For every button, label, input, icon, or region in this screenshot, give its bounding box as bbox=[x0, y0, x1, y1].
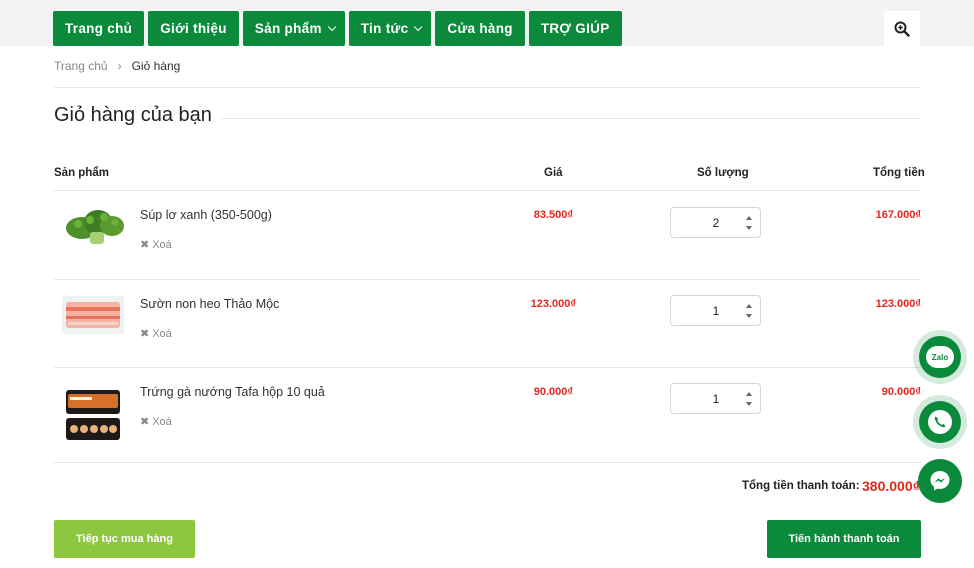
chevron-down-icon bbox=[327, 22, 337, 31]
increment-icon[interactable] bbox=[745, 214, 753, 222]
checkout-button[interactable]: Tiến hành thanh toán bbox=[767, 520, 921, 558]
table-divider bbox=[54, 462, 921, 463]
header-quantity: Số lượng bbox=[697, 167, 749, 179]
nav-home-label: Trang chủ bbox=[65, 21, 133, 36]
messenger-icon bbox=[930, 471, 950, 491]
table-divider bbox=[54, 367, 921, 368]
nav-help-label: TRỢ GIÚP bbox=[540, 21, 610, 36]
line-total: 123.000₫ bbox=[875, 298, 921, 310]
nav-stores[interactable]: Cửa hàng bbox=[435, 11, 525, 46]
decrement-icon[interactable] bbox=[745, 400, 753, 408]
nav-news-label: Tin tức bbox=[360, 21, 409, 36]
zalo-button[interactable]: Zalo bbox=[913, 330, 967, 384]
delete-label: Xoá bbox=[152, 415, 172, 428]
header-price: Giá bbox=[544, 167, 563, 179]
line-total: 167.000₫ bbox=[875, 209, 921, 221]
product-name[interactable]: Trứng gà nướng Tafa hộp 10 quả bbox=[140, 385, 325, 399]
quantity-input[interactable] bbox=[671, 208, 743, 237]
delete-button[interactable]: ✖ Xoá bbox=[140, 238, 172, 252]
zoom-in-icon bbox=[894, 21, 910, 37]
delete-button[interactable]: ✖ Xoá bbox=[140, 327, 172, 341]
nav-about[interactable]: Giới thiệu bbox=[148, 11, 239, 46]
unit-price: 123.000₫ bbox=[530, 298, 576, 310]
increment-icon[interactable] bbox=[745, 390, 753, 398]
quantity-stepper[interactable] bbox=[670, 295, 761, 326]
grand-total-label: Tổng tiền thanh toán: bbox=[742, 480, 860, 492]
nav-home[interactable]: Trang chủ bbox=[53, 11, 145, 46]
page-title: Giỏ hàng của bạn bbox=[54, 104, 212, 126]
nav-news[interactable]: Tin tức bbox=[348, 11, 432, 46]
zalo-label: Zalo bbox=[931, 352, 949, 362]
product-name[interactable]: Súp lơ xanh (350-500g) bbox=[140, 208, 272, 222]
quantity-stepper[interactable] bbox=[670, 383, 761, 414]
breadcrumb-current: Giỏ hàng bbox=[131, 59, 181, 73]
quantity-input[interactable] bbox=[671, 384, 743, 413]
delete-label: Xoá bbox=[152, 327, 172, 340]
messenger-button[interactable] bbox=[918, 459, 962, 503]
quantity-stepper[interactable] bbox=[670, 207, 761, 238]
title-divider bbox=[222, 118, 921, 119]
close-icon: ✖ bbox=[140, 239, 150, 251]
header-product: Sản phẩm bbox=[54, 167, 109, 179]
phone-icon bbox=[919, 401, 961, 443]
table-divider bbox=[54, 279, 921, 280]
unit-price: 83.500₫ bbox=[533, 209, 573, 221]
divider bbox=[54, 87, 921, 88]
breadcrumb-separator: › bbox=[117, 59, 122, 73]
product-image-broccoli[interactable] bbox=[60, 202, 126, 248]
breadcrumb-home[interactable]: Trang chủ bbox=[54, 59, 108, 73]
decrement-icon[interactable] bbox=[745, 312, 753, 320]
breadcrumb: Trang chủ › Giỏ hàng bbox=[54, 59, 180, 73]
nav-products-label: Sản phẩm bbox=[254, 21, 322, 36]
phone-button[interactable] bbox=[913, 395, 967, 449]
nav-products[interactable]: Sản phẩm bbox=[242, 11, 345, 46]
table-divider bbox=[54, 190, 921, 191]
increment-icon[interactable] bbox=[745, 302, 753, 310]
product-image-ribs[interactable] bbox=[60, 292, 126, 338]
unit-price: 90.000₫ bbox=[533, 386, 573, 398]
nav-about-label: Giới thiệu bbox=[160, 21, 227, 36]
header-total: Tổng tiền bbox=[873, 167, 925, 179]
close-icon: ✖ bbox=[140, 416, 150, 428]
chevron-down-icon bbox=[414, 22, 423, 31]
delete-button[interactable]: ✖ Xoá bbox=[140, 415, 172, 429]
product-name[interactable]: Sườn non heo Thảo Mộc bbox=[140, 297, 279, 311]
product-image-eggs[interactable] bbox=[60, 388, 126, 444]
zalo-icon: Zalo bbox=[919, 336, 961, 378]
decrement-icon[interactable] bbox=[745, 224, 753, 232]
quantity-input[interactable] bbox=[671, 296, 743, 325]
close-icon: ✖ bbox=[140, 328, 150, 340]
search-button[interactable] bbox=[884, 11, 920, 46]
nav-help[interactable]: TRỢ GIÚP bbox=[528, 11, 622, 46]
continue-shopping-button[interactable]: Tiếp tục mua hàng bbox=[54, 520, 195, 558]
delete-label: Xoá bbox=[152, 238, 172, 251]
nav-stores-label: Cửa hàng bbox=[447, 21, 513, 36]
grand-total-value: 380.000₫ bbox=[862, 478, 920, 494]
line-total: 90.000₫ bbox=[881, 386, 921, 398]
main-nav: Trang chủ Giới thiệu Sản phẩm Tin tức Cử… bbox=[53, 11, 622, 46]
